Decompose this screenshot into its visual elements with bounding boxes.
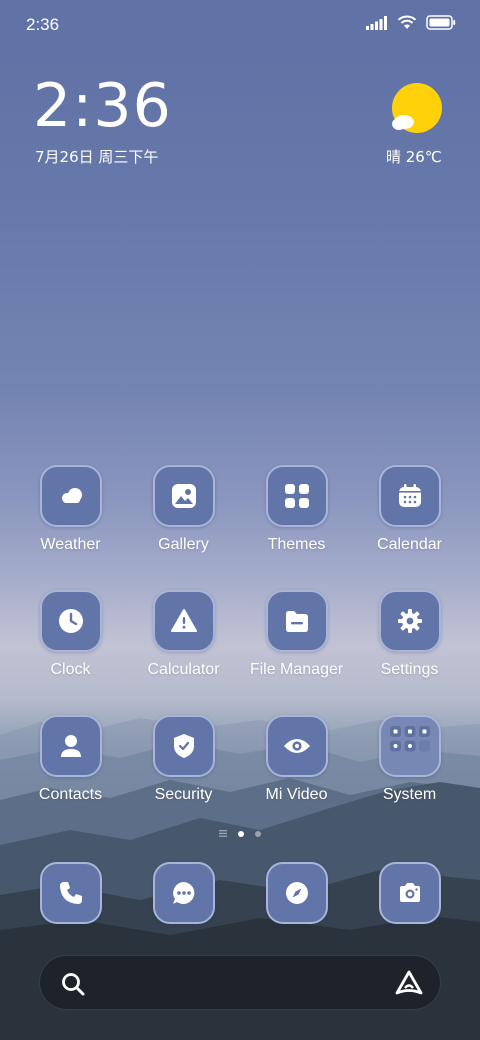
page-dot xyxy=(255,830,261,837)
app-weather[interactable]: Weather xyxy=(14,465,127,575)
app-label: Weather xyxy=(40,536,101,553)
gear-icon xyxy=(378,590,441,652)
weather-cloud-icon xyxy=(39,465,102,527)
weather-summary: 晴 26℃ xyxy=(386,148,442,166)
app-file-manager[interactable]: File Manager xyxy=(240,590,353,700)
folder-system-icon xyxy=(378,715,441,777)
menu-lines-icon xyxy=(219,830,227,837)
app-label: Calculator xyxy=(147,661,220,678)
status-bar: 2:36 xyxy=(0,0,480,50)
calendar-icon xyxy=(378,465,441,527)
folder-system[interactable]: System xyxy=(353,715,466,825)
sunny-cloud-icon[interactable] xyxy=(390,83,446,135)
status-icons xyxy=(366,15,456,30)
wifi-icon xyxy=(397,15,417,29)
folder-icon xyxy=(265,590,328,652)
signal-icon xyxy=(366,15,387,30)
gallery-icon xyxy=(152,465,215,527)
clock-icon xyxy=(39,590,102,652)
app-gallery[interactable]: Gallery xyxy=(127,465,240,575)
app-label: Themes xyxy=(267,536,326,553)
message-icon xyxy=(152,862,215,924)
app-label: File Manager xyxy=(249,661,344,678)
app-label: Settings xyxy=(380,661,439,678)
app-security[interactable]: Security xyxy=(127,715,240,825)
person-icon xyxy=(39,715,102,777)
search-icon[interactable] xyxy=(60,971,86,997)
app-settings[interactable]: Settings xyxy=(353,590,466,700)
app-label: Clock xyxy=(50,661,91,678)
app-label: Mi Video xyxy=(265,786,328,803)
app-mi-video[interactable]: Mi Video xyxy=(240,715,353,825)
page-indicator[interactable] xyxy=(0,830,480,837)
app-label: Calendar xyxy=(377,536,442,553)
home-date: 7月26日 周三下午 xyxy=(35,148,159,166)
page-dot-active xyxy=(238,830,244,837)
search-bar[interactable] xyxy=(39,955,441,1010)
eye-icon xyxy=(265,715,328,777)
themes-grid-icon xyxy=(265,465,328,527)
app-contacts[interactable]: Contacts xyxy=(14,715,127,825)
shield-icon xyxy=(152,715,215,777)
browser-compass-icon xyxy=(265,862,328,924)
camera-icon xyxy=(378,862,441,924)
phone-icon xyxy=(39,862,102,924)
app-themes[interactable]: Themes xyxy=(240,465,353,575)
assistant-icon[interactable] xyxy=(394,969,424,997)
home-clock[interactable]: 2:36 xyxy=(33,76,172,136)
app-label: Gallery xyxy=(158,536,209,553)
app-calculator[interactable]: Calculator xyxy=(127,590,240,700)
calculator-icon xyxy=(152,590,215,652)
battery-icon xyxy=(426,15,456,30)
app-clock[interactable]: Clock xyxy=(14,590,127,700)
app-calendar[interactable]: Calendar xyxy=(353,465,466,575)
app-label: System xyxy=(382,786,437,803)
status-time: 2:36 xyxy=(26,15,60,34)
app-label: Contacts xyxy=(38,786,103,803)
app-label: Security xyxy=(154,786,213,803)
